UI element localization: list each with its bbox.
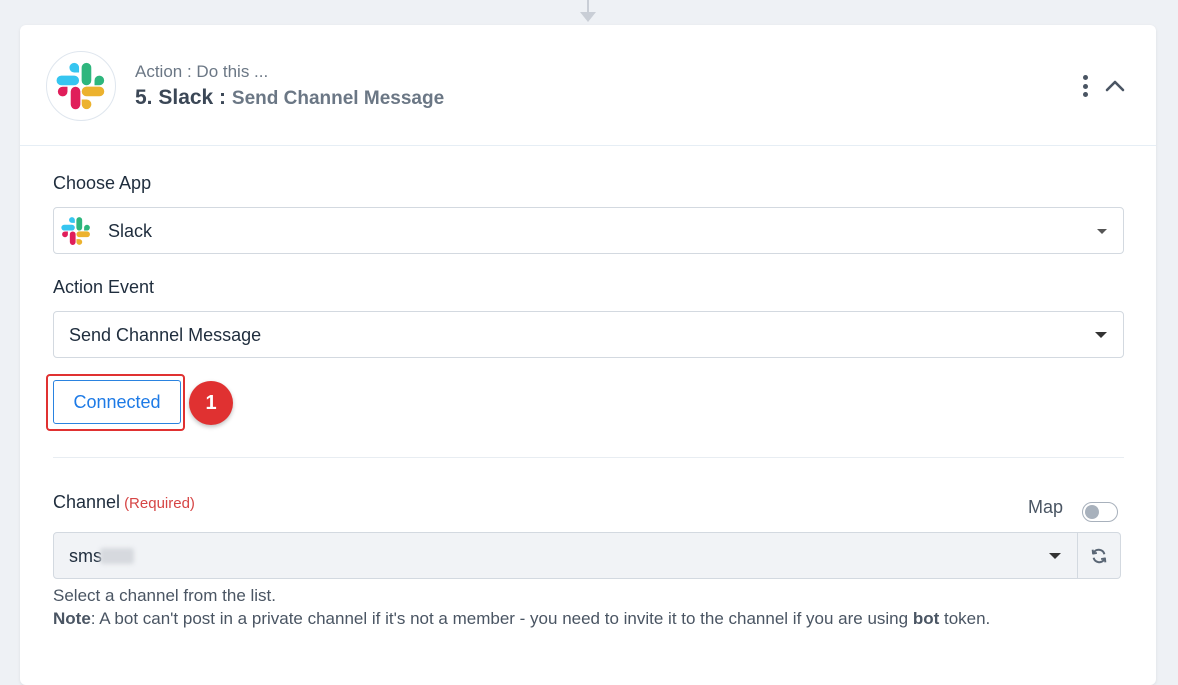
section-divider [53, 457, 1124, 458]
map-toggle-label: Map [1028, 497, 1064, 517]
channel-help-text: Select a channel from the list. [53, 586, 277, 605]
app-logo [46, 51, 116, 121]
step-title: 5. Slack : Send Channel Message [135, 86, 444, 110]
step-number-badge: 1 [189, 381, 233, 425]
step-event-name: Send Channel Message [231, 88, 445, 109]
slack-logo-icon [61, 217, 90, 245]
refresh-channels-button[interactable] [1078, 532, 1121, 579]
choose-app-value: Slack [108, 221, 153, 241]
step-subtitle: Action : Do this ... [135, 62, 269, 81]
action-event-value: Send Channel Message [69, 325, 262, 345]
channel-value: sms [69, 546, 134, 567]
chevron-down-icon [1049, 553, 1061, 559]
kebab-icon[interactable] [1080, 75, 1090, 97]
connected-button[interactable]: Connected [53, 380, 181, 424]
action-event-select[interactable]: Send Channel Message [53, 311, 1124, 358]
choose-app-label: Choose App [53, 173, 152, 193]
flow-connector-arrow-icon [580, 12, 596, 22]
channel-label-text: Channel [53, 492, 121, 512]
chevron-up-icon[interactable] [1104, 75, 1126, 97]
action-event-label: Action Event [53, 277, 155, 297]
channel-note-text: Note: A bot can't post in a private chan… [53, 609, 991, 628]
refresh-icon [1091, 548, 1107, 563]
step-app-name: 5. Slack : [135, 86, 227, 109]
slack-logo-icon [56, 62, 105, 110]
channel-label: Channel (Required) [53, 492, 195, 513]
chevron-down-icon [1097, 229, 1107, 234]
chevron-down-icon [1095, 332, 1107, 338]
card-header[interactable]: Action : Do this ... 5. Slack : Send Cha… [20, 25, 1156, 146]
channel-select[interactable]: sms [53, 532, 1078, 579]
map-toggle[interactable] [1082, 502, 1118, 522]
required-indicator: (Required) [124, 495, 195, 512]
choose-app-select[interactable]: Slack [53, 207, 1124, 254]
action-step-card: Action : Do this ... 5. Slack : Send Cha… [20, 25, 1156, 685]
